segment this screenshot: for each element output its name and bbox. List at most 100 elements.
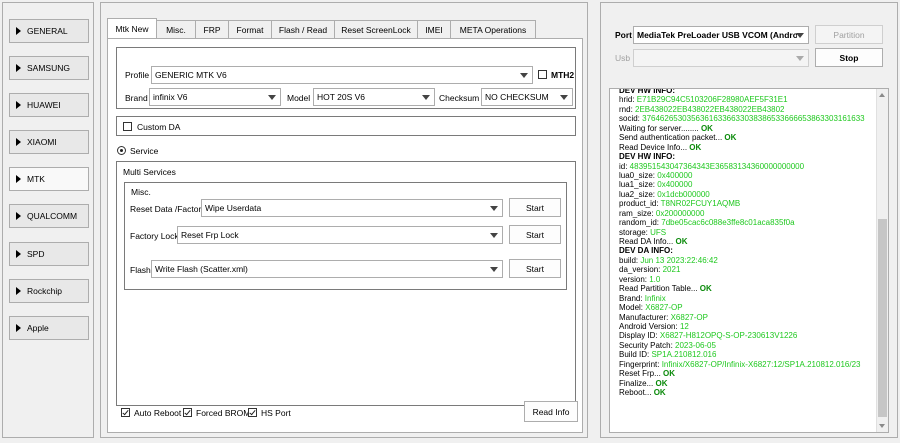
log-value: 2EB438022EB438022EB438022EB43802 [635, 104, 785, 114]
log-key: Finalize... [619, 378, 656, 388]
log-line: lua1_size: 0x400000 [619, 180, 879, 189]
log-value: 0x400000 [657, 170, 693, 180]
reset-data-select[interactable]: Wipe Userdata [201, 199, 503, 217]
device-settings-group: Profile GENERIC MTK V6 MTH2 Brand infini… [116, 47, 576, 109]
log-key: Display ID: [619, 331, 660, 341]
log-status-ok: OK [655, 378, 668, 388]
tab-reset-screenlock[interactable]: Reset ScreenLock [334, 20, 418, 39]
log-line: Send authentication packet... OK [619, 133, 879, 142]
log-line: Read Device Info... OK [619, 143, 879, 152]
reset-data-start-button[interactable]: Start [509, 198, 561, 217]
factory-lock-start-button[interactable]: Start [509, 225, 561, 244]
log-key: build: [619, 255, 641, 265]
log-line: Build ID: SP1A.210812.016 [619, 350, 879, 359]
port-label: Port [615, 30, 632, 40]
log-line: Finalize... OK [619, 379, 879, 388]
tab-frp[interactable]: FRP [195, 20, 229, 39]
brand-value: infinix V6 [153, 92, 188, 102]
custom-da-checkbox[interactable] [123, 122, 132, 131]
log-key: DEV HW INFO: [619, 88, 675, 95]
chevron-down-icon [268, 95, 276, 100]
tab-format[interactable]: Format [228, 20, 272, 39]
forced-brom-checkbox[interactable] [183, 408, 192, 417]
log-console[interactable]: DEV HW INFO: hrid: E71B29C94C5103206F2898… [609, 88, 889, 433]
custom-da-label: Custom DA [137, 122, 181, 132]
flash-select[interactable]: Write Flash (Scatter.xml) [151, 260, 503, 278]
sidebar-item-rockchip[interactable]: Rockchip [9, 279, 89, 303]
log-value: 2023-06-05 [675, 340, 716, 350]
chevron-down-icon [422, 95, 430, 100]
scroll-up-icon [879, 93, 885, 97]
log-value: 7dbe05cac6c088e3ffe8c01aca835f0a [661, 218, 795, 228]
profile-label: Profile [125, 70, 150, 80]
log-key: da_version: [619, 265, 663, 275]
log-scrollbar[interactable] [876, 89, 888, 432]
flash-start-button[interactable]: Start [509, 259, 561, 278]
service-radio[interactable] [117, 146, 126, 155]
sidebar-item-general[interactable]: GENERAL [9, 19, 89, 43]
log-key: Waiting for server........ [619, 123, 701, 133]
profile-select[interactable]: GENERIC MTK V6 [151, 66, 533, 84]
scroll-thumb[interactable] [878, 219, 887, 417]
log-line: da_version: 2021 [619, 265, 879, 274]
factory-lock-select[interactable]: Reset Frp Lock [177, 226, 503, 244]
sidebar: GENERAL SAMSUNG HUAWEI XIAOMI MTK QUALCO… [2, 2, 94, 438]
sidebar-item-huawei[interactable]: HUAWEI [9, 93, 89, 117]
misc-label: Misc. [131, 187, 151, 197]
log-key: product_id: [619, 199, 661, 209]
arrow-right-icon [16, 27, 21, 35]
log-value: X6827-H812OPQ-S-OP-230613V1226 [659, 331, 798, 341]
tab-mtk-new[interactable]: Mtk New [107, 18, 157, 39]
profile-value: GENERIC MTK V6 [155, 70, 227, 80]
checksum-select[interactable]: NO CHECKSUM [481, 88, 573, 106]
tab-meta-operations[interactable]: META Operations [450, 20, 536, 39]
partition-button[interactable]: Partition [815, 25, 883, 44]
log-key: Read DA Info... [619, 237, 676, 246]
usb-select[interactable] [633, 49, 809, 67]
log-value: Infinix/X6827-OP/Infinix-X6827:12/SP1A.2… [661, 359, 861, 369]
sidebar-item-label: HUAWEI [27, 100, 61, 110]
arrow-right-icon [16, 250, 21, 258]
log-key: Android Version: [619, 321, 680, 331]
tab-imei[interactable]: IMEI [417, 20, 451, 39]
brand-select[interactable]: infinix V6 [149, 88, 281, 106]
tab-misc[interactable]: Misc. [156, 20, 196, 39]
mth2-checkbox[interactable] [538, 70, 547, 79]
tab-flash-read[interactable]: Flash / Read [271, 20, 335, 39]
stop-button[interactable]: Stop [815, 48, 883, 67]
sidebar-item-qualcomm[interactable]: QUALCOMM [9, 204, 89, 228]
log-key: socid: [619, 114, 643, 124]
sidebar-item-samsung[interactable]: SAMSUNG [9, 56, 89, 80]
sidebar-item-apple[interactable]: Apple [9, 316, 89, 340]
log-value: 3764626530356361633663303838653366665386… [642, 114, 865, 124]
model-select[interactable]: HOT 20S V6 [313, 88, 435, 106]
log-key: Build ID: [619, 350, 652, 360]
tab-strip: Mtk New Misc. FRP Format Flash / Read Re… [107, 18, 536, 39]
reset-data-value: Wipe Userdata [205, 203, 262, 213]
port-select[interactable]: MediaTek PreLoader USB VCOM (Android) ( [633, 26, 809, 44]
auto-reboot-checkbox[interactable] [121, 408, 130, 417]
reset-data-label: Reset Data /Factory [130, 204, 206, 214]
log-key: id: [619, 161, 630, 171]
log-status-ok: OK [699, 284, 712, 294]
log-line: Fingerprint: Infinix/X6827-OP/Infinix-X6… [619, 360, 879, 369]
sidebar-item-spd[interactable]: SPD [9, 242, 89, 266]
main-panel: Mtk New Misc. FRP Format Flash / Read Re… [100, 2, 588, 438]
read-info-button[interactable]: Read Info [524, 401, 578, 422]
log-key: version: [619, 274, 650, 284]
log-key: rnd: [619, 104, 636, 114]
sidebar-item-label: GENERAL [27, 26, 68, 36]
arrow-right-icon [16, 287, 21, 295]
sidebar-item-xiaomi[interactable]: XIAOMI [9, 130, 89, 154]
log-key: Send authentication packet... [619, 133, 725, 143]
log-value: SP1A.210812.016 [651, 350, 717, 360]
factory-lock-label: Factory Lock [130, 231, 179, 241]
sidebar-item-mtk[interactable]: MTK [9, 167, 89, 191]
chevron-down-icon [490, 267, 498, 272]
log-key: DEV HW INFO: [619, 152, 675, 162]
sidebar-item-label: XIAOMI [27, 137, 57, 147]
mth2-label: MTH2 [551, 70, 575, 80]
log-line: DEV DA INFO: [619, 246, 879, 255]
hs-port-checkbox[interactable] [248, 408, 257, 417]
flash-value: Write Flash (Scatter.xml) [155, 264, 248, 274]
